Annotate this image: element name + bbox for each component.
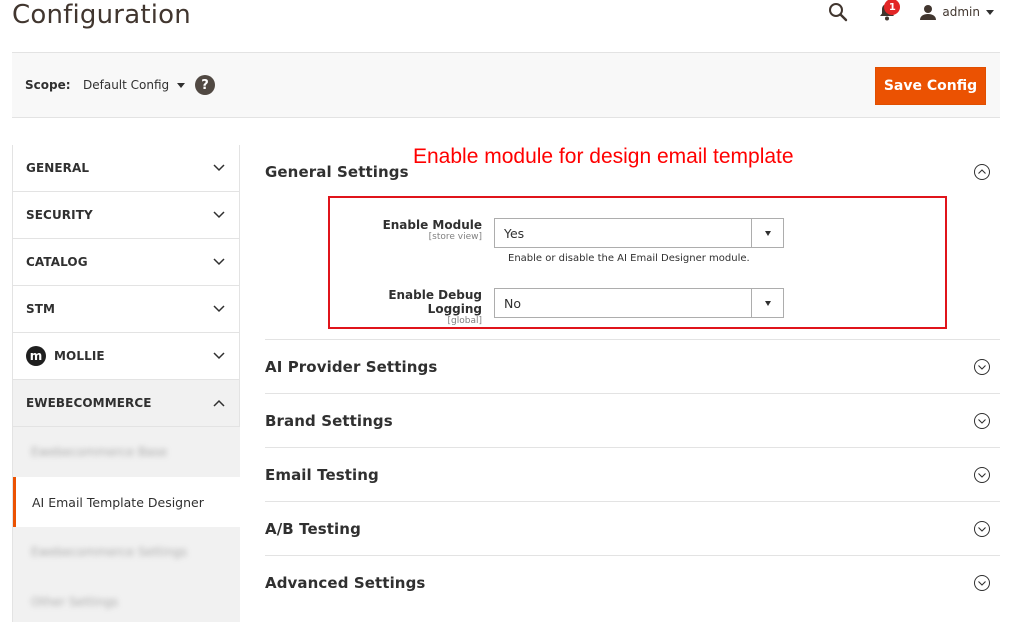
field-label-text: Enable Debug Logging — [388, 288, 482, 316]
section-title: General Settings — [265, 162, 409, 181]
expand-icon — [974, 574, 990, 591]
help-icon[interactable]: ? — [195, 75, 215, 95]
expand-icon — [974, 520, 990, 537]
section-title: Brand Settings — [265, 411, 393, 430]
user-name: admin — [942, 5, 980, 19]
enable-debug-logging-select[interactable]: No — [494, 288, 784, 318]
config-main: General Settings Enable module for desig… — [265, 145, 1000, 609]
field-enable-module: Enable Module [store view] Yes — [340, 218, 784, 248]
user-menu[interactable]: admin — [920, 4, 994, 20]
field-scope: [store view] — [428, 232, 482, 242]
select-value: No — [504, 295, 521, 311]
section-title: Advanced Settings — [265, 573, 426, 592]
sidebar-subitem-other-settings[interactable]: Other Settings — [13, 577, 240, 622]
sidebar-item-catalog[interactable]: CATALOG — [13, 239, 240, 286]
scope-label: Scope: — [25, 78, 71, 92]
enable-module-select[interactable]: Yes — [494, 218, 784, 248]
section-header[interactable]: AI Provider Settings — [265, 340, 1000, 393]
chevron-down-icon — [213, 303, 225, 315]
chevron-down-icon — [986, 9, 994, 15]
chevron-down-icon — [213, 209, 225, 221]
header-actions: 1 admin — [826, 0, 994, 24]
chevron-down-icon — [213, 256, 225, 268]
field-label: Enable Debug Logging [global] — [340, 288, 494, 326]
scope-bar: Scope: Default Config ? Save Config — [12, 52, 1000, 118]
sidebar-subitem-ewebecommerce-base[interactable]: Ewebecommerce Base — [13, 427, 240, 477]
scope-value: Default Config — [83, 78, 170, 92]
sidebar-item-stm[interactable]: STM — [13, 286, 240, 333]
sidebar-item-security[interactable]: SECURITY — [13, 192, 240, 239]
chevron-down-icon — [751, 289, 783, 317]
chevron-down-icon — [751, 219, 783, 247]
field-label-text: Enable Module — [382, 218, 482, 232]
section-header[interactable]: A/B Testing — [265, 502, 1000, 555]
scope-switcher[interactable]: Default Config — [83, 78, 186, 92]
search-icon[interactable] — [826, 0, 850, 24]
config-sidebar: GENERAL SECURITY CATALOG STM m MOLLIE EW… — [12, 145, 240, 622]
expand-icon — [974, 358, 990, 375]
sidebar-subitem-ai-email-template-designer[interactable]: AI Email Template Designer — [13, 477, 240, 527]
select-value: Yes — [504, 225, 525, 241]
field-label: Enable Module [store view] — [340, 218, 494, 248]
sidebar-item-general[interactable]: GENERAL — [13, 145, 240, 192]
expand-icon — [974, 466, 990, 483]
sidebar-item-label: MOLLIE — [54, 349, 105, 363]
mollie-logo-icon: m — [26, 346, 46, 366]
save-config-button[interactable]: Save Config — [875, 67, 986, 105]
notifications-button[interactable]: 1 — [874, 0, 901, 24]
chevron-down-icon — [213, 350, 225, 362]
sidebar-item-label: CATALOG — [26, 255, 88, 269]
expand-icon — [974, 412, 990, 429]
sidebar-item-ewebecommerce[interactable]: EWEBECOMMERCE — [13, 380, 240, 427]
chevron-up-icon — [213, 397, 225, 409]
chevron-down-icon — [177, 82, 186, 88]
chevron-down-icon — [213, 162, 225, 174]
section-header[interactable]: Brand Settings — [265, 394, 1000, 447]
field-note: Enable or disable the AI Email Designer … — [508, 253, 750, 264]
section-email-testing[interactable]: Email Testing — [265, 448, 1000, 502]
annotation-text: Enable module for design email template — [413, 145, 794, 168]
section-brand-settings[interactable]: Brand Settings — [265, 394, 1000, 448]
collapse-icon — [974, 163, 990, 180]
sidebar-item-label: EWEBECOMMERCE — [26, 396, 152, 410]
page-title: Configuration — [12, 0, 191, 30]
section-header[interactable]: Advanced Settings — [265, 556, 1000, 609]
section-ai-provider-settings[interactable]: AI Provider Settings — [265, 340, 1000, 394]
notification-count-badge: 1 — [884, 0, 901, 15]
section-general-settings: General Settings Enable module for desig… — [265, 145, 1000, 340]
field-enable-debug-logging: Enable Debug Logging [global] No — [340, 288, 784, 326]
section-title: AI Provider Settings — [265, 357, 438, 376]
section-header[interactable]: Email Testing — [265, 448, 1000, 501]
section-title: Email Testing — [265, 465, 379, 484]
section-advanced-settings[interactable]: Advanced Settings — [265, 556, 1000, 609]
user-icon — [920, 5, 937, 20]
sidebar-item-label: SECURITY — [26, 208, 93, 222]
sidebar-item-label: GENERAL — [26, 161, 90, 175]
field-scope: [global] — [447, 316, 482, 326]
sidebar-item-label: STM — [26, 302, 56, 316]
section-title: A/B Testing — [265, 519, 361, 538]
sidebar-subitem-ewebecommerce-settings[interactable]: Ewebecommerce Settings — [13, 527, 240, 577]
section-ab-testing[interactable]: A/B Testing — [265, 502, 1000, 556]
sidebar-item-mollie[interactable]: m MOLLIE — [13, 333, 240, 380]
